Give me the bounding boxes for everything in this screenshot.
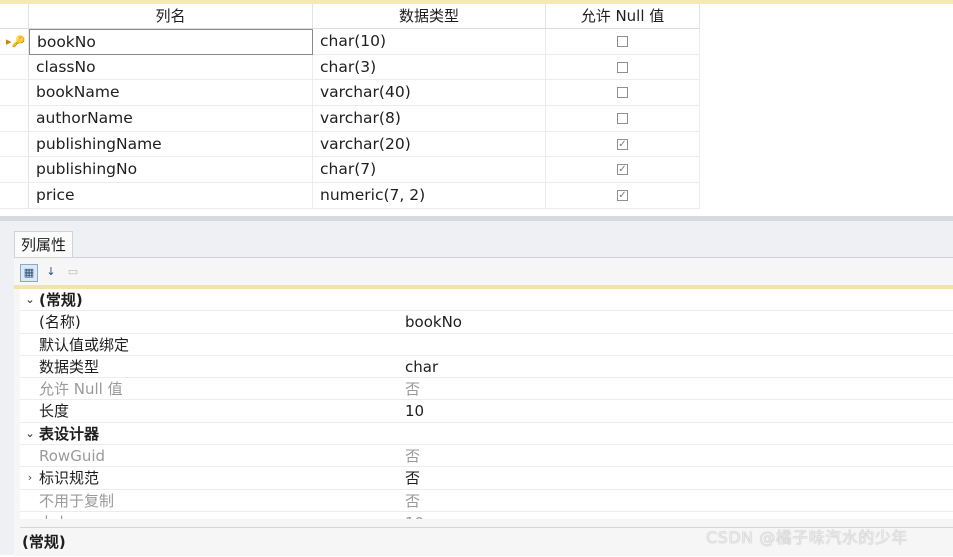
data-type-cell[interactable]: varchar(20)	[313, 131, 546, 158]
table-row[interactable]: publishingNo char(7) ✓	[0, 157, 700, 184]
property-row[interactable]: 允许 Null 值 否	[20, 378, 953, 401]
property-name: 标识规范	[39, 469, 100, 488]
property-value: 10	[405, 512, 424, 519]
column-name-cell[interactable]: price	[29, 183, 313, 209]
watermark-text: CSDN @橘子味汽水的少年	[706, 528, 908, 547]
property-category[interactable]: ⌄ (常规)	[20, 289, 953, 312]
allow-null-cell: ✓	[546, 131, 700, 158]
grid-rows: ▸🔑 bookNo char(10) classNo char(3) bookName va…	[0, 29, 700, 209]
row-selector[interactable]	[0, 183, 29, 209]
property-category[interactable]: ⌄ 表设计器	[20, 422, 953, 446]
unchecked-checkbox[interactable]	[617, 112, 628, 124]
property-value[interactable]: bookNo	[405, 311, 462, 333]
tab-column-properties[interactable]: 列属性	[14, 231, 74, 258]
column-name-cell[interactable]: bookNo	[29, 29, 313, 55]
property-row[interactable]: › 标识规范 否	[20, 467, 953, 490]
property-name: 长度	[39, 402, 70, 421]
property-grid: ⌄ (常规) (名称) bookNo 默认值或绑定 数据类型 char 允许 Null 值否长…	[20, 289, 953, 519]
column-name-cell[interactable]: bookName	[29, 80, 313, 107]
column-properties-pane: 列属性 ▦ ↓ ▭ ⌄ (常规) (名称) bookNo 默认值或绑定 数据类型 char 允…	[0, 221, 953, 556]
unchecked-checkbox[interactable]	[617, 87, 628, 99]
property-value: 否	[405, 380, 421, 399]
property-pages-icon[interactable]: ▭	[64, 264, 82, 282]
property-value: 否	[405, 447, 421, 466]
property-name: 数据类型	[39, 357, 100, 376]
property-name: 默认值或绑定	[39, 335, 130, 354]
row-selector[interactable]	[0, 157, 29, 184]
property-row[interactable]: 长度 10	[20, 400, 953, 423]
property-row[interactable]: 默认值或绑定	[20, 334, 953, 356]
column-name-cell[interactable]: publishingName	[29, 131, 313, 158]
property-name: 大小	[39, 512, 69, 519]
property-row[interactable]: 大小 10	[20, 512, 953, 519]
property-name: (常规)	[39, 291, 83, 309]
column-design-grid: 列名 数据类型 允许 Null 值 ▸🔑 bookNo char(10) classN…	[0, 4, 953, 216]
table-row[interactable]: bookName varchar(40)	[0, 80, 700, 107]
checked-checkbox[interactable]: ✓	[617, 138, 628, 150]
row-selector[interactable]	[0, 80, 29, 107]
property-name: 表设计器	[39, 424, 100, 443]
data-type-cell[interactable]: varchar(40)	[313, 80, 546, 107]
row-selector[interactable]	[0, 106, 29, 132]
property-value[interactable]: 否	[405, 467, 420, 489]
property-value[interactable]: 10	[405, 400, 424, 422]
table-row[interactable]: authorName varchar(8)	[0, 106, 700, 132]
column-name-cell[interactable]: classNo	[29, 54, 313, 81]
row-selector[interactable]	[0, 54, 29, 81]
expand-icon[interactable]: ›	[24, 467, 36, 489]
column-name-cell[interactable]: publishingNo	[29, 157, 313, 184]
alphabetical-icon[interactable]: ↓	[42, 264, 60, 282]
data-type-cell[interactable]: char(7)	[313, 157, 546, 184]
allow-null-cell	[546, 54, 700, 81]
property-row[interactable]: 不用于复制 否	[20, 490, 953, 512]
data-type-header[interactable]: 数据类型	[313, 4, 546, 29]
data-type-cell[interactable]: numeric(7, 2)	[313, 183, 546, 209]
table-row[interactable]: publishingName varchar(20) ✓	[0, 131, 700, 158]
column-name-cell[interactable]: authorName	[29, 106, 313, 132]
property-row[interactable]: (名称) bookNo	[20, 311, 953, 334]
property-value[interactable]: char	[405, 356, 438, 378]
data-type-cell[interactable]: varchar(8)	[313, 106, 546, 132]
data-type-cell[interactable]: char(10)	[313, 29, 546, 55]
column-name-header[interactable]: 列名	[29, 4, 313, 29]
primary-key-icon[interactable]: ▸🔑	[0, 29, 29, 55]
collapse-icon[interactable]: ⌄	[24, 289, 36, 311]
property-name: (名称)	[39, 313, 81, 332]
property-name: 不用于复制	[39, 491, 115, 510]
allow-null-cell: ✓	[546, 157, 700, 184]
table-row[interactable]: ▸🔑 bookNo char(10)	[0, 29, 700, 55]
row-selector-header	[0, 4, 29, 29]
key-icon: ▸🔑	[6, 35, 26, 48]
property-name: RowGuid	[39, 447, 106, 466]
properties-toolbar: ▦ ↓ ▭	[20, 262, 82, 284]
allow-null-header[interactable]: 允许 Null 值	[546, 4, 700, 29]
allow-null-cell	[546, 106, 700, 132]
table-row[interactable]: price numeric(7, 2) ✓	[0, 183, 700, 209]
property-value: 否	[405, 491, 421, 510]
allow-null-cell: ✓	[546, 183, 700, 209]
collapse-icon[interactable]: ⌄	[24, 423, 36, 445]
table-row[interactable]: classNo char(3)	[0, 54, 700, 81]
categorized-icon[interactable]: ▦	[20, 264, 38, 282]
checked-checkbox[interactable]: ✓	[617, 189, 628, 201]
property-name: 允许 Null 值	[39, 380, 123, 399]
allow-null-cell	[546, 80, 700, 107]
allow-null-cell	[546, 29, 700, 55]
unchecked-checkbox[interactable]	[617, 61, 628, 73]
checked-checkbox[interactable]: ✓	[617, 164, 628, 176]
grid-header: 列名 数据类型 允许 Null 值	[0, 4, 700, 29]
property-row[interactable]: RowGuid 否	[20, 445, 953, 468]
grid-empty-area	[700, 4, 953, 216]
property-row[interactable]: 数据类型 char	[20, 356, 953, 379]
column-properties-body: ▦ ↓ ▭ ⌄ (常规) (名称) bookNo 默认值或绑定 数据类型 char 允许 Nu…	[14, 257, 953, 556]
unchecked-checkbox[interactable]	[617, 35, 628, 47]
row-selector[interactable]	[0, 131, 29, 158]
data-type-cell[interactable]: char(3)	[313, 54, 546, 81]
